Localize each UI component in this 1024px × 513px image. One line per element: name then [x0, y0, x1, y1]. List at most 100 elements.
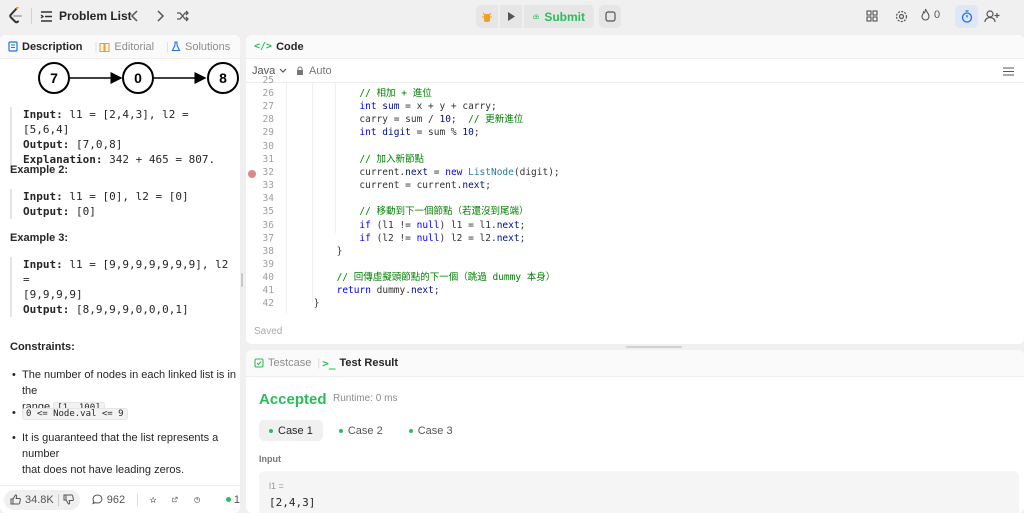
code-token: next — [405, 166, 429, 178]
code-editor[interactable]: 25 26 // 相加 + 進位 27 int sum = x + y + carry… — [246, 75, 1024, 313]
example-2-heading: Example 2: — [10, 164, 69, 176]
line-number: 34 — [262, 193, 274, 205]
description-panel: Description | Editorial | Solutions | ↶ … — [0, 35, 240, 513]
code-token: sum — [382, 101, 400, 113]
layout-icon[interactable] — [865, 9, 879, 23]
notes-button[interactable] — [599, 5, 621, 28]
input-label: Input: — [23, 258, 63, 271]
code-text: int sum = x + y + carry; — [359, 100, 496, 113]
code-text: if (l1 != null) l1 = l1.next; — [359, 219, 525, 232]
thumbs-up-icon[interactable] — [10, 494, 21, 505]
case-tabs: Case 1 Case 2 Case 3 — [259, 420, 463, 441]
stopwatch-icon — [961, 10, 972, 23]
line-number: 33 — [262, 180, 274, 192]
comments-button[interactable]: 962 — [91, 493, 126, 506]
code-token: = — [428, 166, 446, 178]
cloud-upload-icon — [533, 14, 540, 19]
line-number: 41 — [262, 285, 274, 297]
code-panel-title: Code — [276, 40, 304, 53]
line-number: 37 — [262, 232, 274, 244]
case-tab-1[interactable]: Case 1 — [259, 420, 323, 441]
debug-button[interactable] — [476, 5, 498, 28]
code-line: 38} — [246, 245, 1024, 258]
code-token: null — [416, 232, 440, 244]
code-token: current = current. — [359, 180, 463, 192]
auto-mode[interactable]: Auto — [296, 65, 332, 77]
tab-solutions[interactable]: Solutions — [171, 41, 230, 53]
node-value: 8 — [219, 70, 227, 86]
format-icon[interactable] — [1003, 67, 1014, 76]
code-line: 27 int sum = x + y + carry; — [246, 100, 1024, 113]
code-token: = x + y + carry; — [399, 101, 497, 113]
chevron-right-icon[interactable] — [153, 9, 167, 23]
comment-count: 962 — [106, 493, 126, 506]
line-number: 38 — [262, 245, 274, 257]
code-icon: </> — [254, 41, 273, 52]
line-number: 39 — [262, 258, 274, 270]
input-label: Input: — [23, 190, 63, 203]
problem-list-button[interactable]: Problem List — [40, 9, 132, 23]
line-number: 28 — [262, 114, 274, 126]
chevron-left-icon[interactable] — [128, 9, 142, 23]
pass-dot — [338, 428, 343, 433]
tab-separator: | — [317, 357, 321, 369]
code-token: ; — [485, 180, 491, 192]
code-token: if — [359, 232, 371, 244]
comment-icon — [91, 494, 103, 505]
code-text: if (l2 != null) l2 = l2.next; — [359, 232, 525, 245]
left-tabs: Description | Editorial | Solutions | ↶ — [0, 35, 240, 59]
tab-test-result[interactable]: >_ Test Result — [322, 357, 398, 370]
code-token: carry = sum / — [359, 114, 440, 126]
fire-icon — [921, 8, 930, 21]
submit-button[interactable]: Submit — [524, 5, 594, 28]
tab-editorial[interactable]: Editorial — [99, 41, 154, 53]
variable-value: [2,4,3] — [269, 496, 316, 509]
checkbox-icon — [254, 358, 264, 368]
thumbs-down-icon[interactable] — [63, 494, 74, 505]
code-line: 29 int digit = sum % 10; — [246, 126, 1024, 139]
gear-icon[interactable] — [894, 9, 908, 23]
case-tab-2[interactable]: Case 2 — [329, 420, 393, 441]
vertical-splitter-handle[interactable] — [241, 273, 243, 287]
submit-label: Submit — [544, 9, 585, 24]
example-1-explanation: 342 + 465 = 807. — [109, 153, 216, 166]
bug-icon — [482, 12, 492, 22]
code-token: ListNode — [468, 166, 514, 178]
line-number-partial: 25 — [262, 75, 274, 86]
line-number: 31 — [262, 153, 274, 165]
run-button[interactable] — [500, 5, 522, 28]
code-token: ; — [433, 285, 440, 297]
code-token: return — [336, 285, 377, 297]
example-1-block: Input: l1 = [2,4,3], l2 = [5,6,4] Output… — [10, 107, 240, 167]
result-panel: Testcase | >_ Test Result Accepted Runti… — [246, 350, 1024, 513]
shuffle-icon[interactable] — [176, 9, 190, 23]
help-icon[interactable] — [193, 494, 200, 506]
tab-description[interactable]: Description — [8, 41, 83, 53]
code-token: // 加入新節點 — [359, 153, 425, 165]
note-icon — [604, 11, 616, 22]
streak-counter[interactable]: 0 — [920, 8, 940, 21]
leetcode-logo[interactable] — [8, 7, 24, 25]
code-line: 36 if (l1 != null) l1 = l1.next; — [246, 219, 1024, 232]
code-token: (digit); — [513, 166, 560, 178]
line-number: 29 — [262, 127, 274, 139]
add-friend-icon[interactable] — [984, 9, 1000, 23]
line-number: 26 — [262, 88, 274, 99]
top-bar: Problem List Submit 0 — [0, 0, 1024, 33]
star-icon[interactable] — [149, 494, 156, 506]
constraint-item: 0 <= Node.val <= 9 — [10, 405, 240, 422]
tab-testcase[interactable]: Testcase — [254, 357, 311, 369]
example-2-block: Input: l1 = [0], l2 = [0] Output: [0] — [10, 189, 189, 219]
timer-button[interactable] — [955, 5, 978, 28]
code-text: int digit = sum % 10; — [359, 126, 479, 139]
horizontal-splitter-handle[interactable] — [626, 346, 682, 348]
code-token: ; — [519, 232, 526, 244]
share-icon[interactable] — [172, 494, 178, 505]
code-token: ) l1 = l1. — [439, 219, 497, 231]
case-tab-3[interactable]: Case 3 — [399, 420, 463, 441]
code-text: // 回傳虛擬頭節點的下一個（跳過 dummy 本身） — [337, 271, 556, 284]
online-count: 1 — [233, 493, 240, 506]
example-1-output: [7,0,8] — [75, 138, 123, 151]
example-2-input: l1 = [0], l2 = [0] — [69, 190, 189, 203]
tab-testcase-label: Testcase — [268, 357, 312, 369]
